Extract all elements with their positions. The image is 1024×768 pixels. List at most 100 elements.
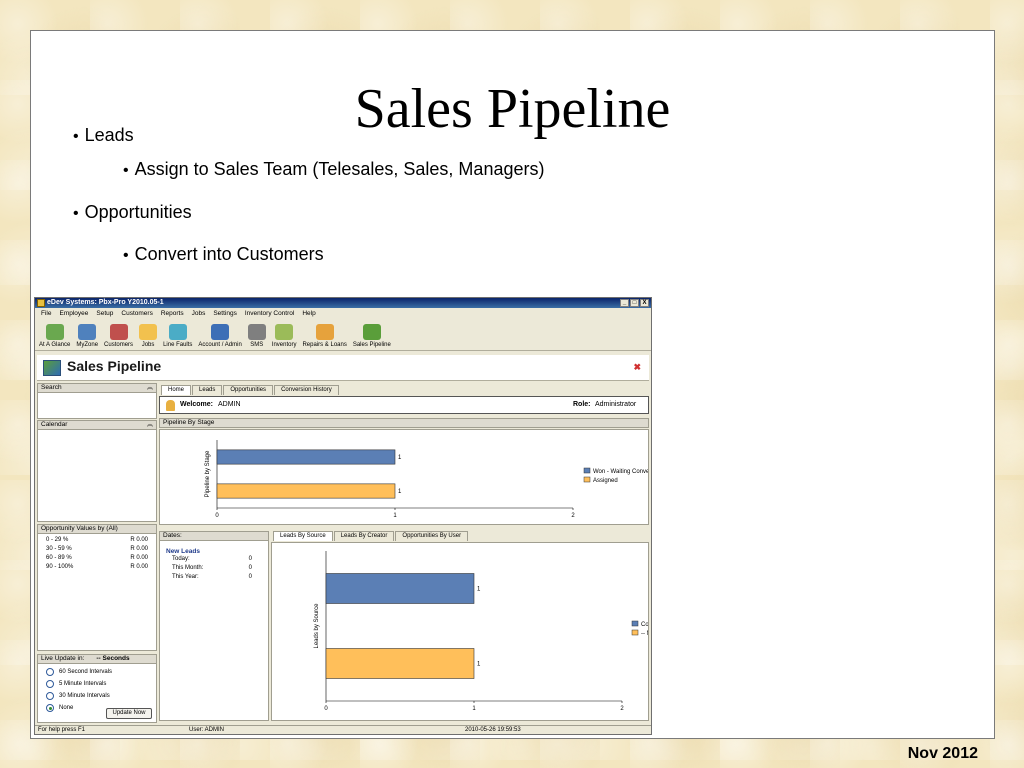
interval-label: 30 Minute Intervals [59, 693, 110, 699]
opp-range: 90 - 100% [46, 564, 74, 570]
x-tick-label: 2 [620, 706, 624, 712]
search-panel [37, 393, 157, 419]
tab-opportunities[interactable]: Opportunities [223, 385, 274, 395]
opp-values-panel: 0 - 29 % R 0.00 30 - 59 % R 0.00 60 - 89 % R … [37, 534, 157, 651]
date-row: Today: 0 [166, 555, 262, 564]
opp-value: R 0.00 [130, 564, 148, 570]
y-axis-label: Leads by Source [314, 603, 320, 649]
bar-assigned [216, 483, 396, 499]
collapse-icon[interactable]: ︽ [147, 384, 153, 392]
opp-value: R 0.00 [130, 546, 148, 552]
date-value: 0 [248, 574, 252, 580]
menu-employee[interactable]: Employee [59, 308, 88, 319]
leads-by-source-chart: 0 1 2 Leads by Source 1 1 Cold Call -- None -- [314, 551, 651, 712]
menu-help[interactable]: Help [302, 308, 315, 319]
bullet-convert: • Convert into Customers [123, 244, 324, 264]
tab-home[interactable]: Home [161, 385, 192, 395]
maximize-button[interactable]: □ [630, 299, 639, 307]
radio-button[interactable] [46, 680, 54, 688]
tab-leads-by-creator[interactable]: Leads By Creator [333, 531, 395, 541]
interval-option[interactable]: 5 Minute Intervals [38, 678, 156, 690]
close-button[interactable]: X [640, 299, 649, 307]
toolbar-sms-button[interactable]: SMS [247, 324, 266, 348]
date-value: 0 [248, 556, 252, 562]
toolbar-label: At A Glance [39, 342, 71, 348]
close-page-icon[interactable]: ✖ [633, 362, 641, 373]
x-tick-label: 1 [472, 706, 476, 712]
toolbar-glance-button[interactable]: At A Glance [39, 324, 70, 348]
collapse-icon[interactable]: ︽ [147, 421, 153, 429]
app-icon [37, 299, 45, 307]
status-bar: For help press F1 User: ADMIN 2010-05-26… [35, 725, 651, 734]
calendar-panel-header[interactable]: Calendar ︽ [37, 420, 157, 430]
date-row: This Year: 0 [166, 573, 262, 582]
bar-data-label: 1 [477, 662, 481, 668]
page-header: Sales Pipeline ✖ [37, 355, 649, 381]
bullet-opportunities: • Opportunities [73, 202, 192, 222]
x-tick-label: 0 [215, 513, 219, 519]
opp-range: 60 - 89 % [46, 555, 72, 561]
menu-settings[interactable]: Settings [213, 308, 237, 319]
pipeline-chart-box: 0 1 2 Pipeline by Stage 1 1 Won - Waiting Conv… [159, 429, 651, 525]
update-now-button[interactable]: Update Now [106, 708, 152, 719]
radio-button[interactable] [46, 692, 54, 700]
live-update-label: Live Update in: [41, 655, 85, 662]
tab-leads[interactable]: Leads [192, 385, 223, 395]
role-label: Role: [573, 401, 591, 408]
legend-label: Won - Waiting Conversion [593, 469, 648, 475]
home-icon [78, 324, 97, 340]
live-update-panel: 60 Second Intervals 5 Minute Intervals 30 … [37, 664, 157, 723]
toolbar-repairs-button[interactable]: Repairs & Loans [302, 324, 347, 348]
date-value: 0 [248, 565, 252, 571]
footer-date: Nov 2012 [907, 745, 978, 762]
minimize-button[interactable]: _ [620, 299, 629, 307]
x-tick-label: 1 [393, 513, 397, 519]
sales-pipeline-logo-icon [43, 360, 61, 376]
tab-conversion-history[interactable]: Conversion History [274, 385, 339, 395]
radio-button[interactable] [46, 668, 54, 676]
toolbar-label: MyZone [76, 342, 99, 348]
calendar-panel [37, 430, 157, 522]
legend-label: -- None -- [641, 631, 648, 637]
tab-opportunities-by-user[interactable]: Opportunities By User [395, 531, 469, 541]
radio-button[interactable] [46, 704, 54, 712]
toolbar-inventory-button[interactable]: Inventory [271, 324, 297, 348]
status-datetime: 2010-05-26 19:59:53 [465, 727, 521, 733]
toolbar-label: Account / Admin [198, 342, 242, 348]
main-tabs: Home Leads Opportunities Conversion History [161, 385, 340, 395]
menu-reports[interactable]: Reports [161, 308, 184, 319]
status-user: User: ADMIN [189, 727, 225, 733]
menu-jobs[interactable]: Jobs [192, 308, 206, 319]
opp-value-row: 90 - 100% R 0.00 [38, 563, 156, 572]
live-update-header: Live Update in: -- Seconds [37, 654, 157, 664]
interval-option[interactable]: 60 Second Intervals [38, 666, 156, 678]
toolbar-sales-pipeline-button[interactable]: Sales Pipeline [353, 324, 391, 348]
toolbar: At A Glance MyZone Customers Jobs Line Fault… [35, 319, 651, 351]
leads-chart-box: 0 1 2 Leads by Source 1 1 Cold Call -- None -- [271, 542, 651, 721]
tab-leads-by-source[interactable]: Leads By Source [273, 531, 333, 541]
date-label: This Month: [172, 565, 204, 571]
toolbar-line-faults-button[interactable]: Line Faults [163, 324, 192, 348]
menu-file[interactable]: File [41, 308, 51, 319]
account-icon [211, 324, 230, 340]
interval-option[interactable]: 30 Minute Intervals [38, 690, 156, 702]
toolbar-account-button[interactable]: Account / Admin [198, 324, 242, 348]
interval-label: 5 Minute Intervals [59, 681, 107, 687]
toolbar-jobs-button[interactable]: Jobs [139, 324, 158, 348]
window-titlebar[interactable]: eDev Systems: Pbx-Pro Y2010.05-1 _ □ X [35, 298, 651, 308]
calendar-label: Calendar [41, 421, 68, 428]
legend-swatch [631, 620, 639, 627]
welcome-bar: Welcome: ADMIN Role: Administrator [159, 396, 649, 414]
toolbar-home-button[interactable]: MyZone [76, 324, 98, 348]
date-row: This Month: 0 [166, 564, 262, 573]
menu-inventory-control[interactable]: Inventory Control [245, 308, 295, 319]
menu-setup[interactable]: Setup [96, 308, 113, 319]
dates-header-label: Dates: [163, 532, 182, 539]
menu-customers[interactable]: Customers [121, 308, 152, 319]
interval-label: 60 Second Intervals [59, 669, 113, 675]
toolbar-label: Inventory [271, 342, 297, 348]
search-panel-header[interactable]: Search ︽ [37, 383, 157, 393]
status-help: For help press F1 [38, 727, 86, 733]
toolbar-customers-button[interactable]: Customers [104, 324, 133, 348]
repairs-icon [315, 324, 334, 340]
